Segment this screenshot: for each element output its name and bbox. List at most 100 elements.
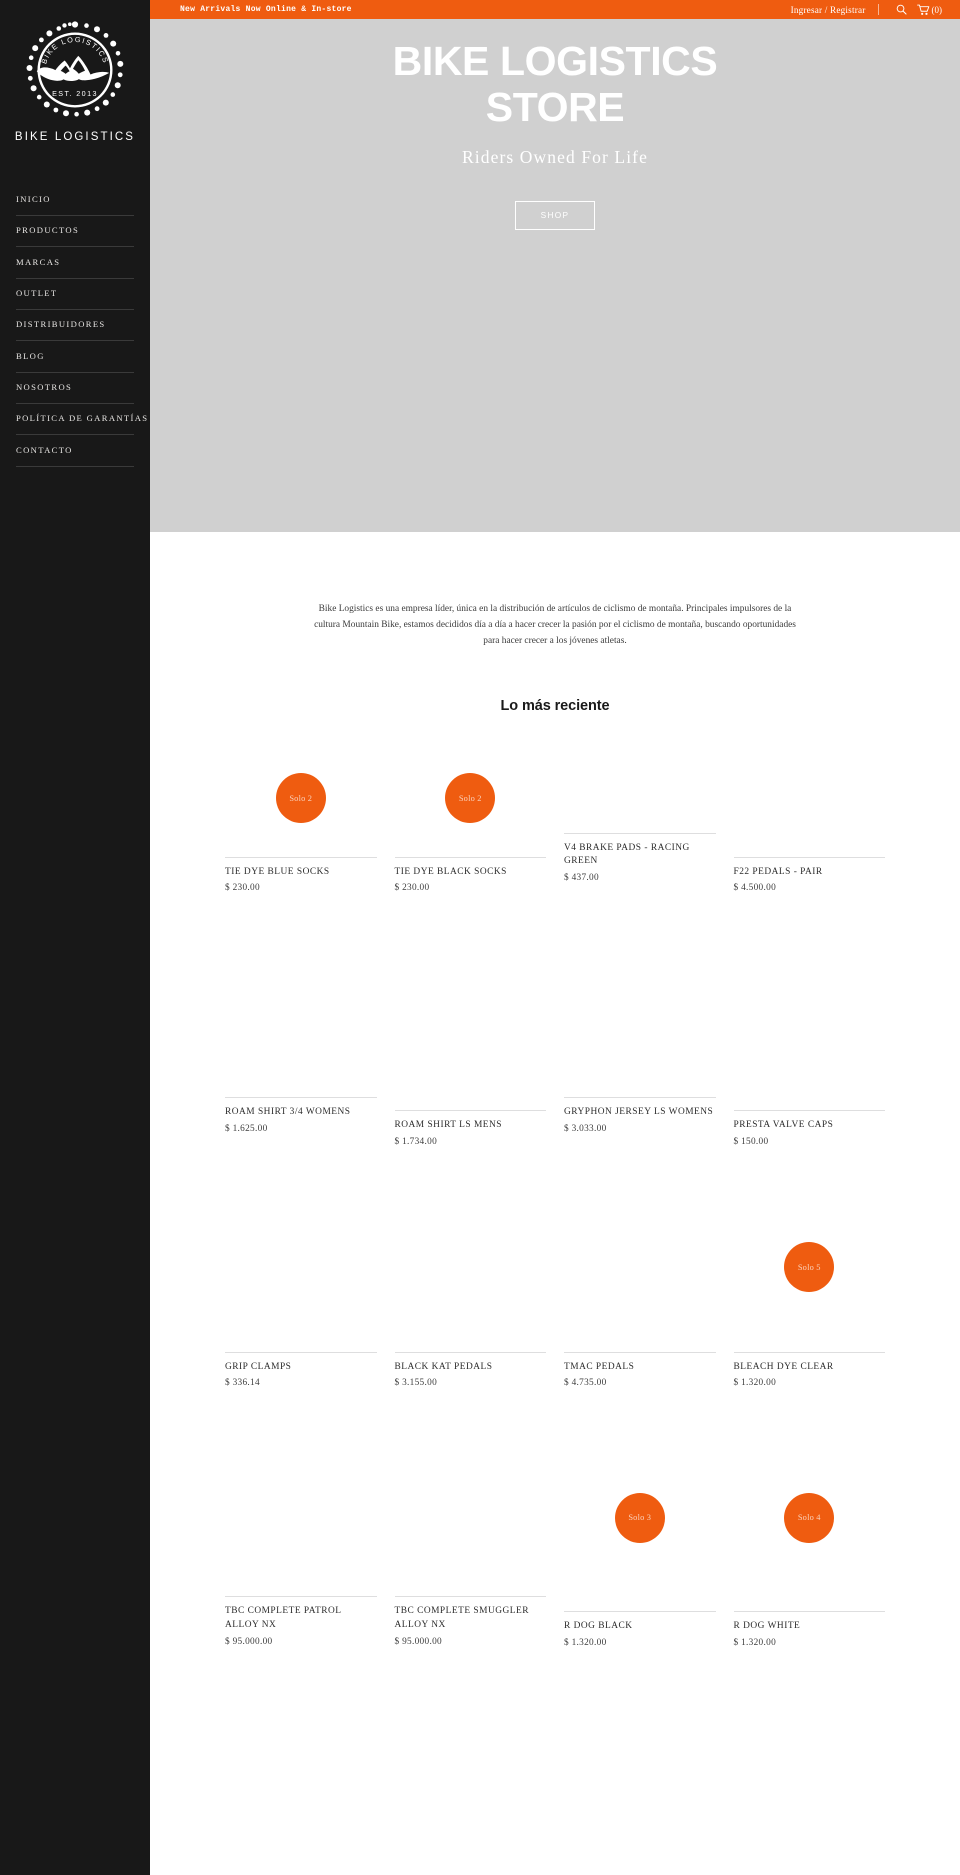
intro-paragraph: Bike Logistics es una empresa líder, úni… — [314, 604, 796, 647]
product-title: PRESTA VALVE CAPS — [733, 1120, 834, 1131]
product-card[interactable]: Solo 2 TIE DYE BLACK SOCKS $ 230.00 — [394, 739, 546, 904]
product-card[interactable]: ROAM SHIRT 3/4 WOMENS $ 1.625.00 — [225, 929, 377, 1157]
sidebar-item-marcas[interactable]: MARCAS — [16, 247, 134, 279]
promo-text: New Arrivals Now Online & In-store — [180, 5, 352, 14]
product-image — [394, 929, 546, 1111]
sidebar-item-politica-de-garantias[interactable]: POLÍTICA DE GARANTÍAS — [16, 404, 147, 436]
product-info: TBC COMPLETE PATROL ALLOY NX $ 95.000.00 — [225, 1596, 377, 1647]
product-grid-row-1: Solo 2 TIE DYE BLUE SOCKS $ 230.00 Solo … — [225, 739, 885, 904]
product-title: GRIP CLAMPS — [225, 1361, 292, 1372]
logo[interactable]: BIKE LOGISTICS EST. 2013 BIKE LOGISTICS — [0, 0, 150, 143]
product-image — [394, 1182, 546, 1352]
product-image: Solo 5 — [733, 1182, 885, 1352]
product-price: $ 437.00 — [564, 872, 599, 883]
product-image: Solo 2 — [225, 739, 377, 857]
product-card[interactable]: TBC COMPLETE PATROL ALLOY NX $ 95.000.00 — [225, 1424, 377, 1658]
product-card[interactable]: TBC COMPLETE SMUGGLER ALLOY NX $ 95.000.… — [394, 1424, 546, 1658]
product-price: $ 3.155.00 — [394, 1378, 438, 1389]
cart-icon — [916, 4, 929, 15]
stock-badge: Solo 4 — [784, 1492, 835, 1543]
search-button[interactable] — [891, 4, 912, 15]
product-image — [733, 739, 885, 857]
product-card[interactable]: F22 PEDALS - PAIR $ 4.500.00 — [733, 739, 885, 904]
product-image — [564, 739, 716, 833]
product-price: $ 150.00 — [733, 1136, 769, 1147]
logo-wordmark: BIKE LOGISTICS — [14, 131, 136, 143]
product-title: BLACK KAT PEDALS — [394, 1361, 493, 1372]
product-image — [225, 929, 377, 1098]
product-card[interactable]: PRESTA VALVE CAPS $ 150.00 — [733, 929, 885, 1157]
topbar-divider — [877, 4, 879, 15]
product-card[interactable]: Solo 5 BLEACH DYE CLEAR $ 1.320.00 — [733, 1182, 885, 1399]
product-card[interactable]: Solo 2 TIE DYE BLUE SOCKS $ 230.00 — [225, 739, 377, 904]
product-info: R DOG BLACK $ 1.320.00 — [564, 1611, 716, 1648]
product-info: TIE DYE BLUE SOCKS $ 230.00 — [225, 856, 377, 894]
sidebar-item-nosotros[interactable]: NOSOTROS — [16, 373, 134, 404]
bike-logistics-logo-icon: BIKE LOGISTICS EST. 2013 — [26, 21, 124, 117]
product-info: R DOG WHITE $ 1.320.00 — [733, 1611, 885, 1649]
product-image: Solo 2 — [394, 739, 546, 857]
product-info: TIE DYE BLACK SOCKS $ 230.00 — [394, 856, 546, 894]
product-card[interactable]: V4 BRAKE PADS - RACING GREEN $ 437.00 — [564, 739, 716, 904]
product-grid-row-4: TBC COMPLETE PATROL ALLOY NX $ 95.000.00… — [225, 1424, 885, 1658]
product-title: BLEACH DYE CLEAR — [733, 1361, 834, 1372]
product-image — [225, 1182, 377, 1352]
sidebar-item-inicio[interactable]: INICIO — [16, 187, 134, 216]
product-info: GRIP CLAMPS $ 336.14 — [225, 1351, 377, 1389]
account-link[interactable]: Ingresar / Registrar — [791, 5, 878, 15]
product-info: ROAM SHIRT LS MENS $ 1.734.00 — [394, 1110, 546, 1147]
product-price: $ 3.033.00 — [564, 1123, 607, 1134]
sidebar: BIKE LOGISTICS EST. 2013 BIKE LOGISTICS … — [0, 0, 150, 1875]
product-info: BLEACH DYE CLEAR $ 1.320.00 — [733, 1351, 885, 1389]
product-price: $ 1.320.00 — [733, 1378, 777, 1389]
product-price: $ 336.14 — [225, 1378, 260, 1389]
sidebar-item-productos[interactable]: PRODUCTOS — [16, 216, 134, 248]
sidebar-item-blog[interactable]: BLOG — [16, 341, 134, 373]
product-card[interactable]: Solo 4 R DOG WHITE $ 1.320.00 — [733, 1424, 885, 1658]
product-image: Solo 3 — [564, 1424, 716, 1612]
product-image — [564, 1182, 716, 1352]
product-card[interactable]: BLACK KAT PEDALS $ 3.155.00 — [394, 1182, 546, 1399]
product-price: $ 4.500.00 — [733, 883, 777, 894]
product-title: ROAM SHIRT LS MENS — [394, 1120, 503, 1131]
main-navigation: INICIO PRODUCTOS MARCAS OUTLET DISTRIBUI… — [0, 187, 150, 467]
search-icon — [896, 4, 907, 15]
hero-title: BIKE LOGISTICS STORE — [392, 38, 718, 130]
product-title: GRYPHON JERSEY LS WOMENS — [564, 1107, 714, 1118]
product-price: $ 95.000.00 — [394, 1636, 442, 1647]
product-title: TBC COMPLETE SMUGGLER ALLOY NX — [394, 1606, 529, 1631]
cart-button[interactable]: (0) — [912, 4, 948, 16]
product-info: PRESTA VALVE CAPS $ 150.00 — [733, 1110, 885, 1147]
svg-text:EST. 2013: EST. 2013 — [52, 89, 98, 98]
product-card[interactable]: Solo 3 R DOG BLACK $ 1.320.00 — [564, 1424, 716, 1658]
shop-button[interactable]: SHOP — [515, 200, 595, 230]
product-price: $ 230.00 — [394, 883, 430, 894]
product-image — [394, 1424, 546, 1597]
cart-count: (0) — [931, 4, 943, 15]
product-grid-row-2: ROAM SHIRT 3/4 WOMENS $ 1.625.00 ROAM SH… — [225, 929, 885, 1157]
product-info: TMAC PEDALS $ 4.735.00 — [564, 1351, 716, 1389]
product-price: $ 1.625.00 — [225, 1123, 268, 1134]
topbar-actions: Ingresar / Registrar (0) — [791, 4, 947, 16]
sidebar-item-contacto[interactable]: CONTACTO — [16, 435, 134, 467]
product-info: ROAM SHIRT 3/4 WOMENS $ 1.625.00 — [225, 1097, 377, 1134]
product-card[interactable]: TMAC PEDALS $ 4.735.00 — [564, 1182, 716, 1399]
product-card[interactable]: ROAM SHIRT LS MENS $ 1.734.00 — [394, 929, 546, 1157]
stock-badge: Solo 2 — [445, 773, 496, 824]
sidebar-item-outlet[interactable]: OUTLET — [16, 279, 134, 310]
product-title: V4 BRAKE PADS - RACING GREEN — [564, 842, 690, 867]
product-image — [225, 1424, 377, 1597]
product-image — [564, 929, 716, 1098]
product-price: $ 230.00 — [225, 883, 260, 894]
product-image — [733, 929, 885, 1111]
product-title: F22 PEDALS - PAIR — [733, 866, 823, 877]
product-card[interactable]: GRIP CLAMPS $ 336.14 — [225, 1182, 377, 1399]
sidebar-item-distribuidores[interactable]: DISTRIBUIDORES — [16, 310, 134, 342]
product-image: Solo 4 — [733, 1424, 885, 1612]
product-card[interactable]: GRYPHON JERSEY LS WOMENS $ 3.033.00 — [564, 929, 716, 1157]
product-title: TBC COMPLETE PATROL ALLOY NX — [225, 1606, 342, 1631]
product-info: GRYPHON JERSEY LS WOMENS $ 3.033.00 — [564, 1097, 716, 1134]
product-price: $ 1.320.00 — [733, 1638, 777, 1649]
product-price: $ 4.735.00 — [564, 1378, 607, 1389]
product-info: TBC COMPLETE SMUGGLER ALLOY NX $ 95.000.… — [394, 1596, 546, 1647]
